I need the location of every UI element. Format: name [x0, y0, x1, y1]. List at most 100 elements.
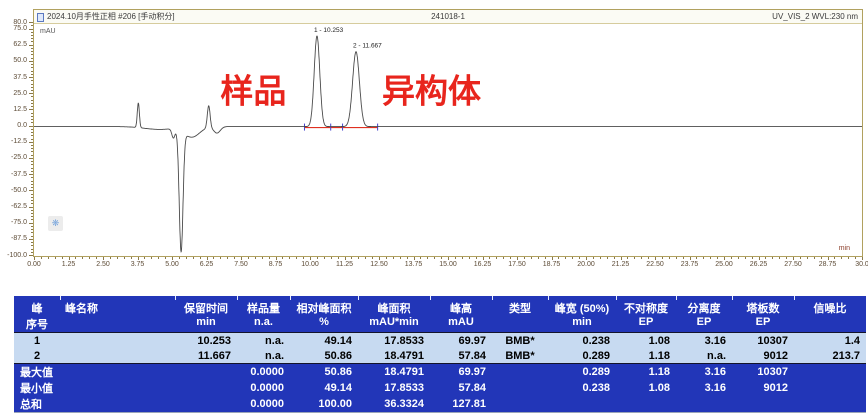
y-tick [31, 113, 33, 114]
summary-cell [794, 364, 866, 381]
peak-cell: 213.7 [794, 348, 866, 364]
peak-row[interactable]: 211.667n.a.50.8618.479157.84BMB*0.2891.1… [14, 348, 866, 364]
y-tick-label: 12.5 [13, 106, 27, 114]
x-tick [496, 257, 497, 259]
column-label: 峰 [14, 300, 60, 316]
x-tick [552, 257, 553, 260]
y-tick [31, 116, 33, 117]
table-header: 峰峰名称保留时间样品量相对峰面积峰面积峰高类型峰宽 (50%)不对称度分离度塔板… [14, 300, 866, 333]
x-tick [310, 257, 311, 260]
summary-cell: 3.16 [676, 364, 732, 381]
y-tick [31, 64, 33, 65]
x-tick [241, 257, 242, 260]
x-tick [517, 257, 518, 260]
summary-row[interactable]: 最大值0.000050.8618.479169.970.2891.183.161… [14, 364, 866, 381]
peak-row[interactable]: 110.253n.a.49.1417.853369.97BMB*0.2381.0… [14, 333, 866, 349]
peak-cell: 3.16 [676, 333, 732, 349]
table-summary: 最大值0.000050.8618.479169.970.2891.183.161… [14, 364, 866, 413]
x-tick-label: 8.75 [269, 261, 283, 268]
y-tick [29, 93, 33, 94]
x-tick [441, 257, 442, 259]
y-tick [29, 29, 33, 30]
x-tick-label: 11.25 [336, 261, 353, 268]
y-tick [29, 142, 33, 143]
x-tick [841, 257, 842, 259]
peak-cell: 0.238 [548, 333, 616, 349]
summary-row[interactable]: 总和0.0000100.0036.3324127.81 [14, 396, 866, 413]
x-tick [138, 257, 139, 260]
y-tick [29, 22, 33, 23]
plot-area[interactable]: 1 - 10.2532 - 11.667样品异构体mAUmin [34, 23, 862, 256]
x-tick [717, 257, 718, 259]
y-tick [31, 58, 33, 59]
x-tick [489, 257, 490, 259]
x-tick [510, 257, 511, 259]
y-tick-label: 25.0 [13, 90, 27, 98]
y-tick [31, 155, 33, 156]
x-tick [48, 257, 49, 259]
x-tick [855, 257, 856, 259]
y-tick [31, 119, 33, 120]
column-unit: n.a. [237, 316, 290, 333]
x-tick [269, 257, 270, 259]
x-tick [255, 257, 256, 259]
y-tick [29, 158, 33, 159]
x-tick-label: 27.50 [784, 261, 802, 268]
x-tick [220, 257, 221, 259]
summary-cell [492, 380, 548, 396]
y-tick-label: -12.5 [11, 138, 27, 146]
results-grid: 峰峰名称保留时间样品量相对峰面积峰面积峰高类型峰宽 (50%)不对称度分离度塔板… [14, 300, 866, 413]
x-tick [117, 257, 118, 259]
summary-cell: 3.16 [676, 380, 732, 396]
x-tick-label: 13.75 [405, 261, 423, 268]
y-tick-label: 0.0 [17, 122, 27, 130]
x-tick [69, 257, 70, 260]
y-axis: 80.075.062.550.037.525.012.50.0-12.5-25.… [0, 22, 33, 258]
column-unit: 序号 [14, 316, 60, 333]
summary-cell: 1.08 [616, 380, 676, 396]
x-tick [724, 257, 725, 260]
y-tick [31, 96, 33, 97]
chromatogram-svg: 1 - 10.2532 - 11.667样品异构体mAUmin [34, 23, 862, 256]
y-tick [31, 87, 33, 88]
column-unit: EP [732, 316, 794, 333]
x-tick [669, 257, 670, 259]
x-tick [821, 257, 822, 259]
x-tick [193, 257, 194, 259]
x-tick [282, 257, 283, 259]
summary-cell [492, 364, 548, 381]
x-tick [807, 257, 808, 259]
x-tick [600, 257, 601, 259]
summary-row[interactable]: 最小值0.000049.1417.853357.840.2381.083.169… [14, 380, 866, 396]
x-tick [338, 257, 339, 259]
x-tick [710, 257, 711, 259]
y-tick [31, 168, 33, 169]
y-tick [31, 181, 33, 182]
summary-cell: 127.81 [430, 396, 492, 413]
peak-cell: 10.253 [175, 333, 237, 349]
column-label: 相对峰面积 [290, 300, 358, 316]
y-tick-label: -75.0 [11, 219, 27, 227]
x-tick [545, 257, 546, 259]
column-unit [794, 316, 866, 333]
x-tick-label: 10.00 [301, 261, 319, 268]
x-tick [593, 257, 594, 259]
x-tick [420, 257, 421, 259]
x-tick [234, 257, 235, 259]
x-tick-label: 7.50 [234, 261, 248, 268]
y-tick [31, 213, 33, 214]
summary-label: 总和 [14, 396, 175, 413]
y-tick [31, 210, 33, 211]
y-tick [31, 38, 33, 39]
x-tick [75, 257, 76, 259]
x-tick [648, 257, 649, 259]
x-tick [103, 257, 104, 260]
peak-cell: BMB* [492, 333, 548, 349]
y-tick [31, 245, 33, 246]
y-tick [31, 216, 33, 217]
y-tick-label: -62.5 [11, 203, 27, 211]
y-unit-label: mAU [40, 28, 56, 35]
x-tick [503, 257, 504, 259]
x-tick [634, 257, 635, 259]
peak-cell: n.a. [237, 333, 290, 349]
